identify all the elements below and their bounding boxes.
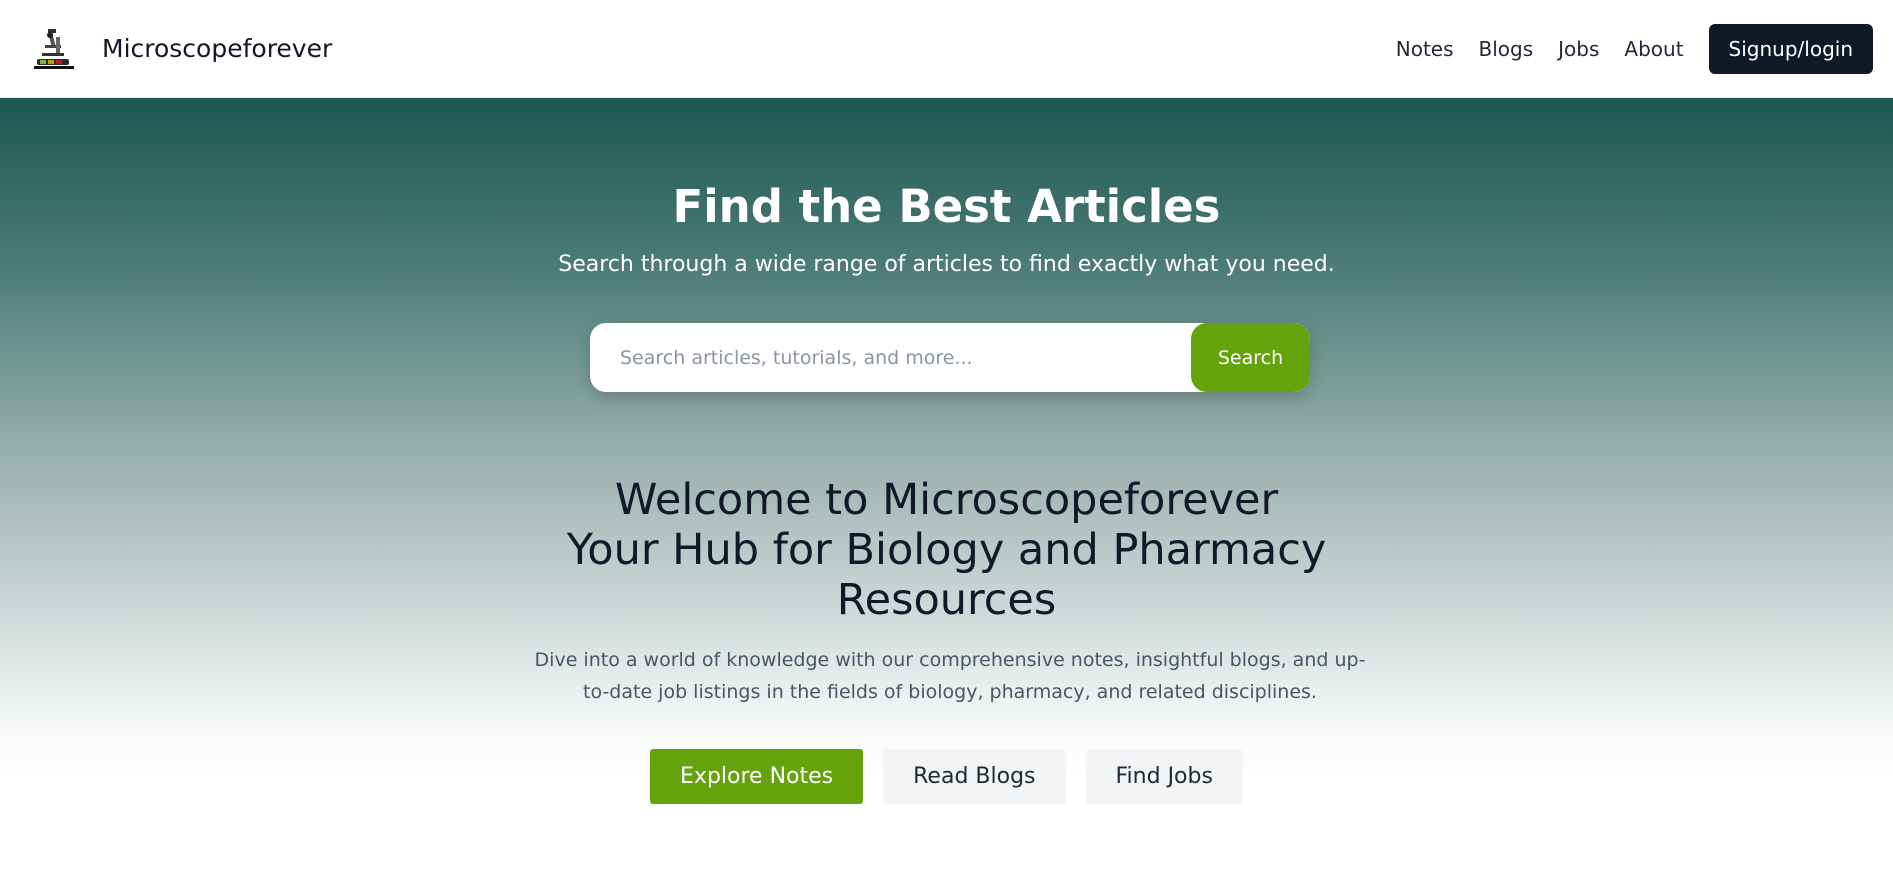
nav-jobs-link[interactable]: Jobs — [1558, 37, 1599, 61]
search-button[interactable]: Search — [1191, 323, 1310, 392]
hero-title: Find the Best Articles — [672, 180, 1221, 233]
welcome-heading-line-1: Welcome to Microscopeforever — [614, 475, 1279, 525]
nav-blogs-link[interactable]: Blogs — [1479, 37, 1534, 61]
nav-notes-link[interactable]: Notes — [1396, 37, 1454, 61]
brand[interactable]: Microscopeforever — [28, 22, 332, 75]
cta-buttons: Explore Notes Read Blogs Find Jobs — [0, 749, 1893, 804]
hero-subtitle: Search through a wide range of articles … — [558, 252, 1335, 277]
read-blogs-button[interactable]: Read Blogs — [883, 749, 1066, 804]
find-jobs-button[interactable]: Find Jobs — [1085, 749, 1243, 804]
search-input[interactable] — [590, 323, 1192, 392]
welcome-heading-line-2: Your Hub for Biology and Pharmacy — [566, 525, 1327, 575]
hero-section: Find the Best Articles Search through a … — [0, 98, 1893, 888]
nav-links: Notes Blogs Jobs About Signup/login — [1396, 23, 1873, 74]
search-bar: Search — [590, 323, 1310, 392]
microscope-logo-icon[interactable] — [28, 22, 80, 75]
welcome-heading-line-3: Resources — [836, 575, 1057, 625]
brand-name[interactable]: Microscopeforever — [102, 34, 332, 63]
top-navbar: Microscopeforever Notes Blogs Jobs About… — [0, 0, 1893, 98]
welcome-description: Dive into a world of knowledge with our … — [534, 649, 1366, 703]
signup-login-button[interactable]: Signup/login — [1708, 23, 1873, 74]
nav-about-link[interactable]: About — [1624, 37, 1683, 61]
welcome-heading: Welcome to Microscopeforever Your Hub fo… — [0, 475, 1893, 625]
explore-notes-button[interactable]: Explore Notes — [650, 749, 864, 804]
